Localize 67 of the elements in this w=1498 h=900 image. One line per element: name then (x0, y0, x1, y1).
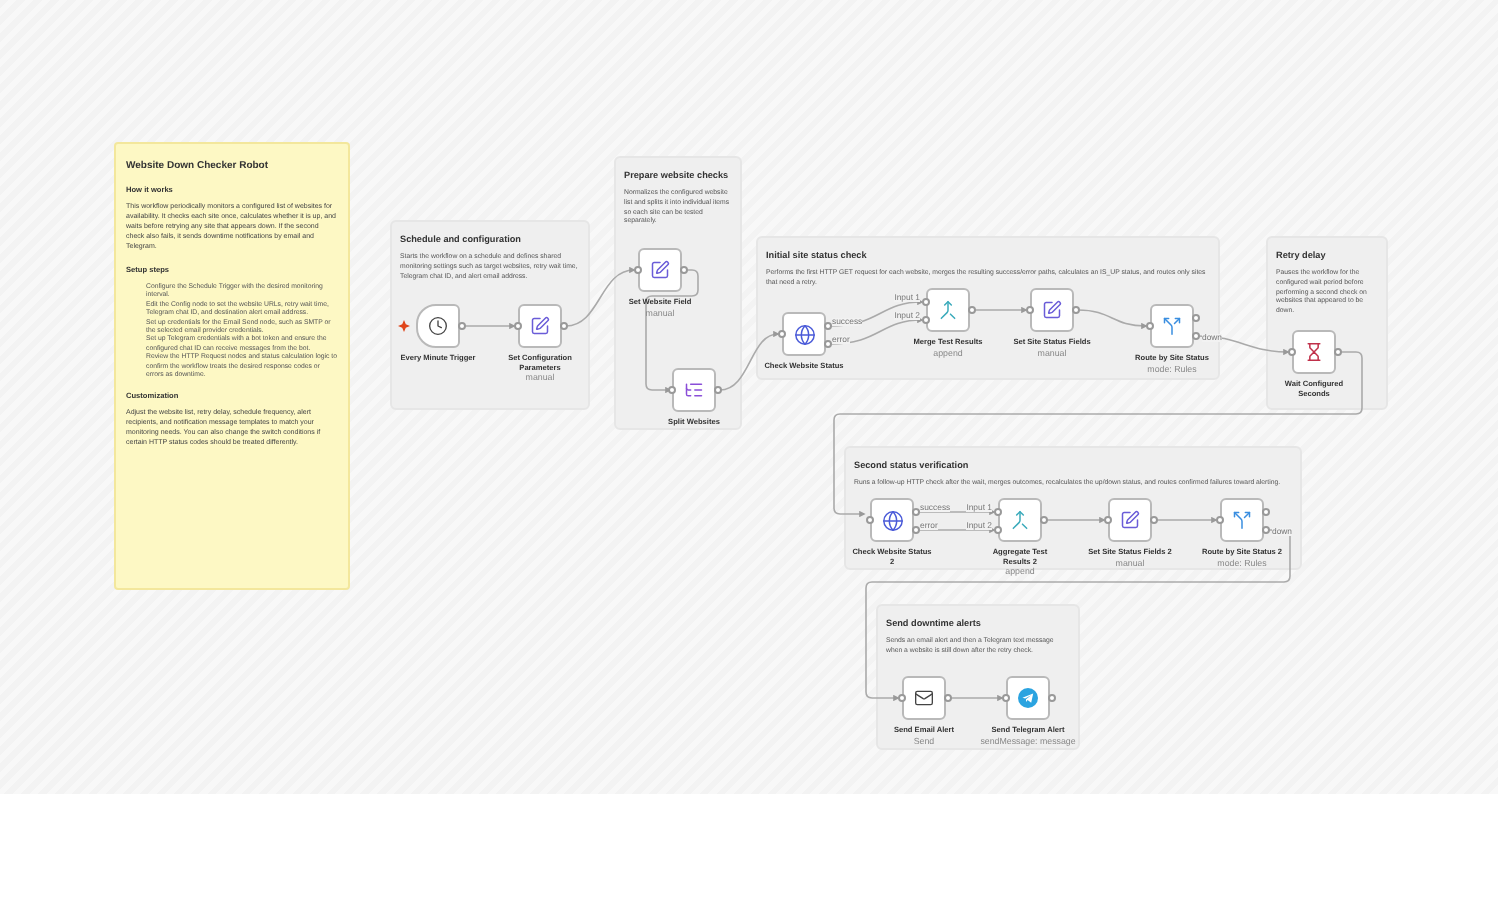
list-split-icon (684, 380, 704, 400)
workflow-node[interactable] (1006, 676, 1050, 720)
connection-port[interactable] (1149, 516, 1157, 524)
merge-icon (1010, 510, 1030, 530)
workflow-node[interactable] (902, 676, 946, 720)
connection-port[interactable] (911, 508, 919, 516)
connection-port[interactable] (667, 386, 675, 394)
workflow-node[interactable] (672, 368, 716, 412)
connection-port[interactable] (823, 322, 831, 330)
workflow-node[interactable] (870, 498, 914, 542)
connection-port[interactable] (967, 306, 975, 314)
workflow-node[interactable] (1150, 304, 1194, 348)
workflow-node[interactable] (638, 248, 682, 292)
connection-port[interactable] (679, 266, 687, 274)
globe-icon (881, 509, 903, 531)
pen-square-icon (650, 260, 670, 280)
connection-port[interactable] (1261, 526, 1269, 534)
connection-port[interactable] (1261, 508, 1269, 516)
connection-port[interactable] (713, 386, 721, 394)
workflow-node[interactable] (1292, 330, 1336, 374)
pen-square-icon (1120, 510, 1140, 530)
merge-icon (938, 300, 958, 320)
connector-line (463, 322, 516, 330)
connection-port[interactable] (1191, 314, 1199, 322)
workflow-node[interactable] (926, 288, 970, 332)
pen-square-icon (530, 316, 550, 336)
connection-port[interactable] (777, 330, 785, 338)
connection-port[interactable] (1215, 516, 1223, 524)
branch-icon (1232, 510, 1252, 530)
connection-port[interactable] (911, 526, 919, 534)
connection-port[interactable] (1001, 694, 1009, 702)
connection-port[interactable] (1047, 694, 1055, 702)
pen-square-icon (1042, 300, 1062, 320)
spark-icon (398, 320, 410, 332)
workflow-node[interactable] (416, 304, 460, 348)
connection-port[interactable] (1145, 322, 1153, 330)
connector-line (645, 269, 699, 394)
globe-icon (793, 323, 815, 345)
clock-icon (428, 316, 448, 336)
connection-port[interactable] (823, 340, 831, 348)
connection-port[interactable] (1071, 306, 1079, 314)
connection-port[interactable] (865, 516, 873, 524)
workflow-node[interactable] (1030, 288, 1074, 332)
connection-port[interactable] (513, 322, 521, 330)
connection-port[interactable] (1191, 332, 1199, 340)
workflow-node[interactable] (1108, 498, 1152, 542)
connection-port[interactable] (1025, 306, 1033, 314)
workflow-node[interactable] (518, 304, 562, 348)
workflow-node[interactable] (998, 498, 1042, 542)
hourglass-icon (1304, 342, 1324, 362)
envelope-icon (914, 688, 934, 708)
connection-port[interactable] (1333, 348, 1341, 356)
branch-icon (1162, 316, 1182, 336)
connection-port[interactable] (1039, 516, 1047, 524)
connection-port[interactable] (897, 694, 905, 702)
workflow-node[interactable] (782, 312, 826, 356)
connector-line (973, 306, 1028, 314)
connection-port[interactable] (1287, 348, 1295, 356)
paper-plane-icon (1018, 688, 1038, 708)
connection-port[interactable] (559, 322, 567, 330)
connector-line (829, 299, 924, 327)
connection-port[interactable] (1103, 516, 1111, 524)
connection-port[interactable] (633, 266, 641, 274)
connector-line (1077, 309, 1148, 329)
connection-port[interactable] (457, 322, 465, 330)
connection-port[interactable] (943, 694, 951, 702)
workflow-node[interactable] (1220, 498, 1264, 542)
